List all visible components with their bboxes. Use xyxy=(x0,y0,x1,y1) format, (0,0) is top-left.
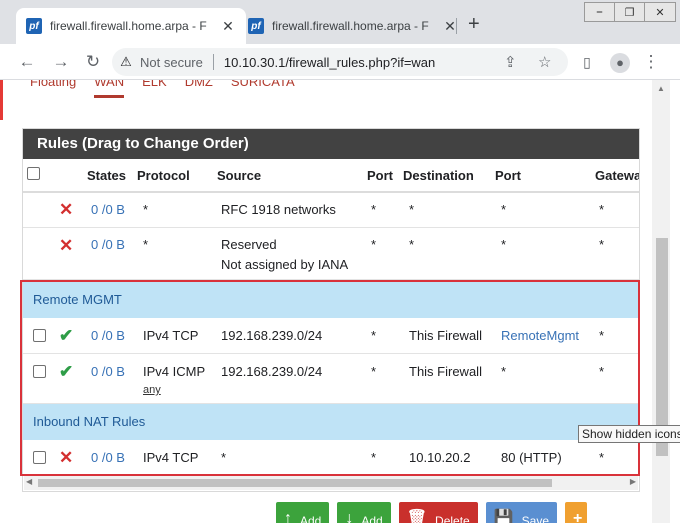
save-label: Save xyxy=(521,514,549,523)
add-top-label: Add xyxy=(300,514,322,523)
add-bottom-label: Add xyxy=(361,514,383,523)
col-destination[interactable]: Destination xyxy=(403,168,474,183)
tab-divider xyxy=(456,18,457,34)
tab-floating[interactable]: Floating xyxy=(30,80,76,98)
dest-port-cell: * xyxy=(501,202,507,217)
table-row[interactable]: ✕ 0 /0 B * Reserved Not assigned by IANA… xyxy=(23,228,639,280)
pfsense-favicon-icon: pf xyxy=(26,18,42,34)
col-states[interactable]: States xyxy=(87,168,126,183)
close-window-button[interactable]: ✕ xyxy=(645,3,675,21)
bookmark-star-icon[interactable]: ☆ xyxy=(538,53,551,71)
gateway-cell: * xyxy=(599,202,605,217)
browser-tab-2[interactable]: pf firewall.firewall.home.arpa - F ✕ xyxy=(238,8,468,44)
not-secure-label[interactable]: Not secure xyxy=(140,55,203,70)
tooltip: Show hidden icons xyxy=(578,425,680,443)
back-arrow-icon[interactable]: ← xyxy=(16,51,38,73)
gateway-cell: * xyxy=(599,237,605,252)
close-tab-icon[interactable]: ✕ xyxy=(220,18,236,34)
scrollbar-thumb[interactable] xyxy=(38,479,552,487)
tab-elk[interactable]: ELK xyxy=(142,80,167,98)
warning-triangle-icon: ⚠ xyxy=(120,54,132,69)
save-icon: 💾 xyxy=(493,510,514,523)
browser-toolbar: ← → ↻ ⚠ Not secure 10.10.30.1/firewall_r… xyxy=(0,44,680,80)
col-port[interactable]: Port xyxy=(367,168,393,183)
tab-wan[interactable]: WAN xyxy=(94,80,125,98)
tab-strip: pf firewall.firewall.home.arpa - F ✕ pf … xyxy=(0,0,680,44)
source-subtext: Not assigned by IANA xyxy=(221,257,349,272)
protocol-cell: * xyxy=(143,202,149,217)
col-gateway[interactable]: Gatewa xyxy=(595,168,639,183)
plus-icon: + xyxy=(573,510,583,523)
window-controls: ⎯ ❐ ✕ xyxy=(584,2,676,22)
reload-icon[interactable]: ↻ xyxy=(82,51,104,73)
table-header: States Protocol Source Port Destination … xyxy=(23,159,639,193)
save-button[interactable]: 💾 Save xyxy=(485,502,557,523)
add-top-button[interactable]: ↑ Add xyxy=(276,502,330,523)
protocol-cell: * xyxy=(143,237,149,252)
destination-cell: * xyxy=(409,202,415,217)
select-all-checkbox[interactable] xyxy=(27,167,40,180)
scrollbar-thumb[interactable] xyxy=(656,238,668,456)
tab-suricata[interactable]: SURICATA xyxy=(231,80,295,98)
delete-label: Delete xyxy=(435,514,470,523)
col-dest-port[interactable]: Port xyxy=(495,168,521,183)
scroll-right-arrow-icon[interactable]: ▶ xyxy=(630,477,636,486)
action-buttons: ↑ Add ↓ Add 🗑 Delete 💾 Save + xyxy=(276,502,587,523)
pfsense-favicon-icon: pf xyxy=(248,18,264,34)
tab-title: firewall.firewall.home.arpa - F xyxy=(272,19,429,33)
source-cell: Reserved xyxy=(221,237,277,252)
omnibox-divider xyxy=(212,54,214,70)
forward-arrow-icon[interactable]: → xyxy=(50,51,72,73)
side-panel-icon[interactable]: ▯ xyxy=(576,51,598,73)
menu-kebab-icon[interactable]: ⋮ xyxy=(640,51,662,73)
scroll-up-arrow-icon[interactable]: ▲ xyxy=(657,84,665,93)
delete-button[interactable]: 🗑 Delete xyxy=(398,502,478,523)
share-icon[interactable]: ⇪ xyxy=(504,53,517,71)
left-accent-bar xyxy=(0,80,3,120)
states-link[interactable]: 0 /0 B xyxy=(91,202,125,217)
states-link[interactable]: 0 /0 B xyxy=(91,237,125,252)
vertical-scrollbar[interactable]: ▲ xyxy=(652,80,670,523)
interface-tabs: Floating WAN ELK DMZ SURICATA xyxy=(30,80,295,98)
trash-icon: 🗑 xyxy=(406,510,428,523)
dest-port-cell: * xyxy=(501,237,507,252)
add-separator-button[interactable]: + xyxy=(565,502,587,523)
scroll-left-arrow-icon[interactable]: ◀ xyxy=(26,477,32,486)
port-cell: * xyxy=(371,237,377,252)
profile-avatar-icon[interactable]: ● xyxy=(610,53,630,73)
panel-title: Rules (Drag to Change Order) xyxy=(23,129,639,159)
tab-dmz[interactable]: DMZ xyxy=(185,80,213,98)
block-x-icon: ✕ xyxy=(59,236,74,255)
highlight-box xyxy=(20,280,640,476)
minimize-button[interactable]: ⎯ xyxy=(585,3,615,21)
col-source[interactable]: Source xyxy=(217,168,261,183)
add-bottom-button[interactable]: ↓ Add xyxy=(337,502,391,523)
arrow-down-icon: ↓ xyxy=(345,510,354,523)
horizontal-scrollbar[interactable]: ◀ ▶ xyxy=(24,476,638,490)
maximize-button[interactable]: ❐ xyxy=(615,3,645,21)
col-protocol[interactable]: Protocol xyxy=(137,168,190,183)
browser-tab-1[interactable]: pf firewall.firewall.home.arpa - F ✕ xyxy=(16,8,246,44)
address-bar[interactable]: ⚠ Not secure 10.10.30.1/firewall_rules.p… xyxy=(112,48,568,76)
destination-cell: * xyxy=(409,237,415,252)
table-row[interactable]: ✕ 0 /0 B * RFC 1918 networks * * * * xyxy=(23,193,639,228)
source-cell: RFC 1918 networks xyxy=(221,202,336,217)
port-cell: * xyxy=(371,202,377,217)
url-text[interactable]: 10.10.30.1/firewall_rules.php?if=wan xyxy=(224,55,435,70)
block-x-icon: ✕ xyxy=(59,200,74,219)
page-viewport: Floating WAN ELK DMZ SURICATA Rules (Dra… xyxy=(0,80,680,523)
arrow-up-icon: ↑ xyxy=(284,510,292,523)
new-tab-button[interactable]: + xyxy=(468,14,480,34)
tab-title: firewall.firewall.home.arpa - F xyxy=(50,19,207,33)
